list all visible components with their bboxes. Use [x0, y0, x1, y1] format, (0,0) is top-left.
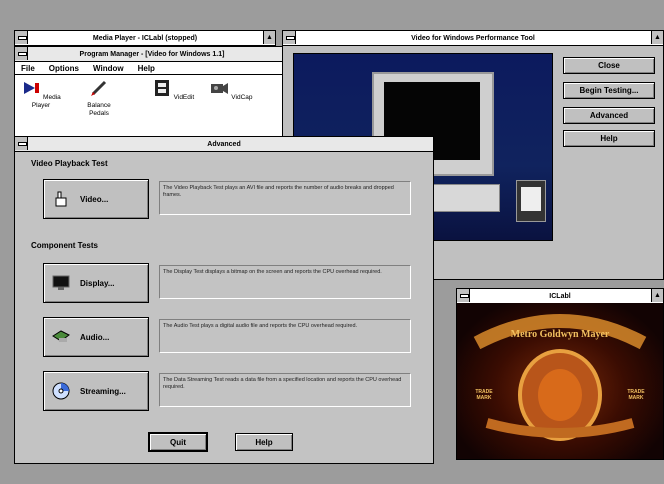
component-section-label: Component Tests: [31, 241, 98, 250]
program-icon-label: VidEdit: [173, 94, 195, 101]
audio-test-description: The Audio Test plays a digital audio fil…: [159, 319, 411, 353]
program-manager-window[interactable]: Program Manager - [Video for Windows 1.1…: [14, 46, 290, 142]
help-button[interactable]: Help: [563, 130, 655, 147]
clip-frame: Metro Goldwyn Mayer TRADE MARK TRADE MAR…: [457, 303, 663, 459]
menu-file[interactable]: File: [21, 64, 35, 73]
media-player-window[interactable]: Media Player - ICLabl (stopped) ▲: [14, 30, 276, 46]
hand-pointer-icon: [55, 191, 67, 207]
speaker-icon: [52, 330, 70, 342]
system-menu-icon[interactable]: [15, 47, 28, 60]
maximize-icon[interactable]: ▲: [651, 289, 663, 302]
mgm-right-text: TRADE MARK: [627, 389, 645, 401]
system-menu-icon[interactable]: [457, 289, 470, 302]
mgm-banner: [473, 314, 647, 441]
display-test-button[interactable]: Display...: [43, 263, 149, 303]
camera-icon: [211, 83, 229, 94]
media-player-icon: [24, 82, 40, 94]
perf-tool-title: Video for Windows Performance Tool: [411, 34, 535, 42]
advanced-title: Advanced: [207, 140, 241, 148]
video-test-button[interactable]: Video...: [43, 179, 149, 219]
perf-tool-titlebar[interactable]: Video for Windows Performance Tool ▲: [283, 31, 663, 46]
mgm-logo-text: Metro Goldwyn Mayer: [510, 329, 610, 340]
display-test-description: The Display Test displays a bitmap on th…: [159, 265, 411, 299]
advanced-button[interactable]: Advanced: [563, 107, 655, 124]
system-menu-icon[interactable]: [283, 31, 296, 44]
test-row-display: Display... The Display Test displays a b…: [27, 255, 419, 309]
disc-icon: [52, 382, 70, 400]
audio-test-button[interactable]: Audio...: [43, 317, 149, 357]
menu-help[interactable]: Help: [138, 64, 155, 73]
quit-button[interactable]: Quit: [149, 433, 207, 451]
program-icon-label: Balance Pedals: [87, 102, 111, 117]
clip-titlebar[interactable]: ICLabl ▲: [457, 289, 663, 304]
mgm-left-text: TRADE MARK: [475, 389, 493, 401]
menu-options[interactable]: Options: [49, 64, 79, 73]
clip-window[interactable]: ICLabl ▲ Metro Goldwyn Mayer TRADE MARK …: [456, 288, 664, 460]
program-icon-label: VidCap: [231, 94, 253, 101]
streaming-test-button[interactable]: Streaming...: [43, 371, 149, 411]
close-button[interactable]: Close: [563, 57, 655, 74]
pencil-icon: [91, 80, 107, 96]
program-manager-menubar: File Options Window Help: [15, 62, 289, 75]
test-row-audio: Audio... The Audio Test plays a digital …: [27, 309, 419, 363]
video-test-description: The Video Playback Test plays an AVI fil…: [159, 181, 411, 215]
dialog-help-button[interactable]: Help: [235, 433, 293, 451]
program-manager-title: Program Manager - [Video for Windows 1.1…: [79, 50, 225, 58]
menu-window[interactable]: Window: [93, 64, 124, 73]
media-player-title: Media Player - ICLabl (stopped): [92, 34, 198, 42]
begin-testing-button[interactable]: Begin Testing...: [563, 82, 655, 99]
clip-title: ICLabl: [549, 292, 571, 300]
advanced-titlebar[interactable]: Advanced: [15, 137, 433, 152]
monitor-icon: [52, 275, 70, 290]
maximize-icon[interactable]: ▲: [263, 31, 275, 44]
streaming-test-description: The Data Streaming Test reads a data fil…: [159, 373, 411, 407]
system-menu-icon[interactable]: [15, 31, 28, 44]
advanced-dialog[interactable]: Advanced Video Playback Test Video... Th…: [14, 136, 434, 464]
program-icon-vidcap[interactable]: VidCap: [209, 79, 253, 102]
test-row-streaming: Streaming... The Data Streaming Test rea…: [27, 363, 419, 417]
media-player-titlebar[interactable]: Media Player - ICLabl (stopped) ▲: [15, 31, 275, 46]
maximize-icon[interactable]: ▲: [651, 31, 663, 44]
test-row-video: Video... The Video Playback Test plays a…: [27, 171, 419, 225]
video-section-label: Video Playback Test: [31, 159, 108, 168]
system-menu-icon[interactable]: [15, 137, 28, 150]
program-icon-vidEdit[interactable]: VidEdit: [151, 79, 195, 102]
program-manager-titlebar[interactable]: Program Manager - [Video for Windows 1.1…: [15, 47, 289, 62]
program-icon-media-player[interactable]: Media Player: [19, 79, 63, 110]
film-icon: [154, 80, 169, 96]
media-device-graphic: [516, 180, 546, 222]
program-icon-balance[interactable]: Balance Pedals: [77, 79, 121, 118]
